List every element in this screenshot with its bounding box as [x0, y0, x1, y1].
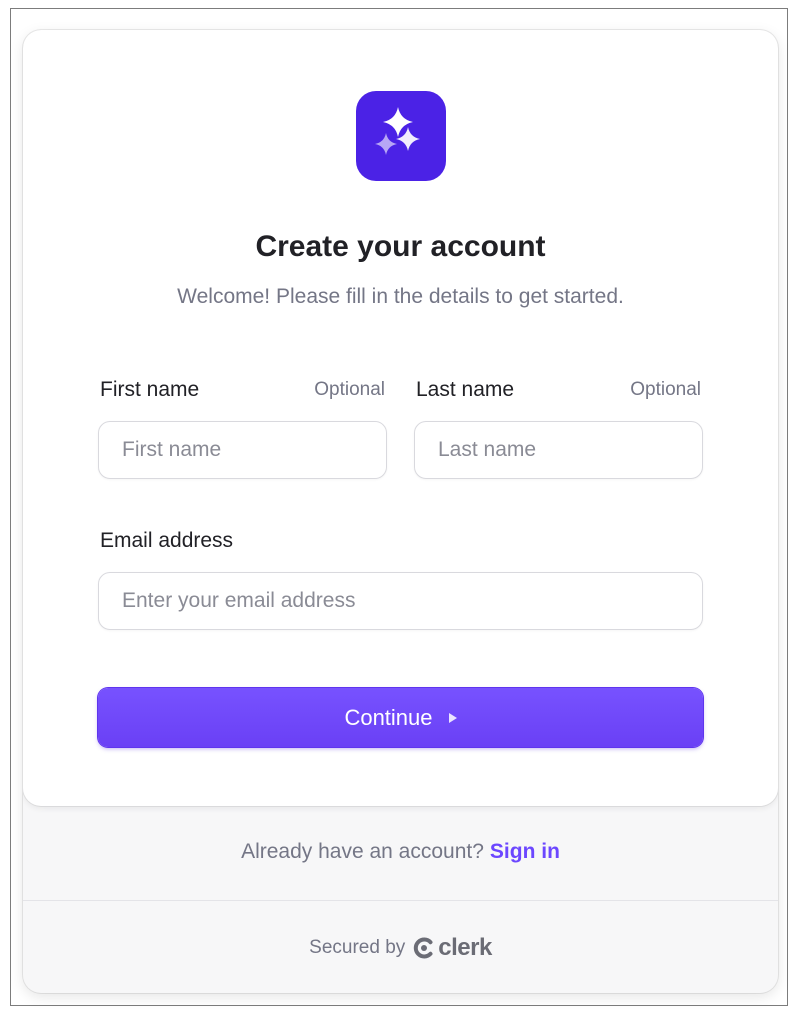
email-input[interactable] [98, 572, 703, 630]
signin-link[interactable]: Sign in [490, 840, 560, 863]
first-name-input[interactable] [98, 421, 387, 479]
app-logo [356, 91, 446, 181]
page-title: Create your account [255, 230, 546, 263]
clerk-brand-name: clerk [438, 934, 492, 961]
footer-divider [23, 900, 778, 901]
sparkles-icon [375, 107, 420, 155]
secured-by-footer: Secured by clerk [23, 934, 778, 962]
signup-card: Create your account Welcome! Please fill… [23, 30, 778, 993]
first-name-label: First name [100, 378, 200, 401]
email-label: Email address [100, 529, 234, 552]
signin-prompt-row: Already have an account? Sign in [23, 840, 778, 864]
last-name-input[interactable] [414, 421, 703, 479]
secured-by-text: Secured by [309, 937, 406, 958]
first-name-optional-hint: Optional [314, 379, 385, 400]
last-name-optional-hint: Optional [630, 379, 701, 400]
last-name-label: Last name [416, 378, 515, 401]
continue-button[interactable]: Continue [98, 688, 703, 747]
page-subtitle: Welcome! Please fill in the details to g… [177, 285, 624, 308]
signin-prompt-text: Already have an account? [241, 840, 484, 863]
continue-button-label: Continue [344, 704, 433, 730]
signup-form-panel: Create your account Welcome! Please fill… [23, 30, 778, 806]
clerk-logo-icon [413, 937, 435, 959]
triangle-right-icon [448, 713, 457, 723]
